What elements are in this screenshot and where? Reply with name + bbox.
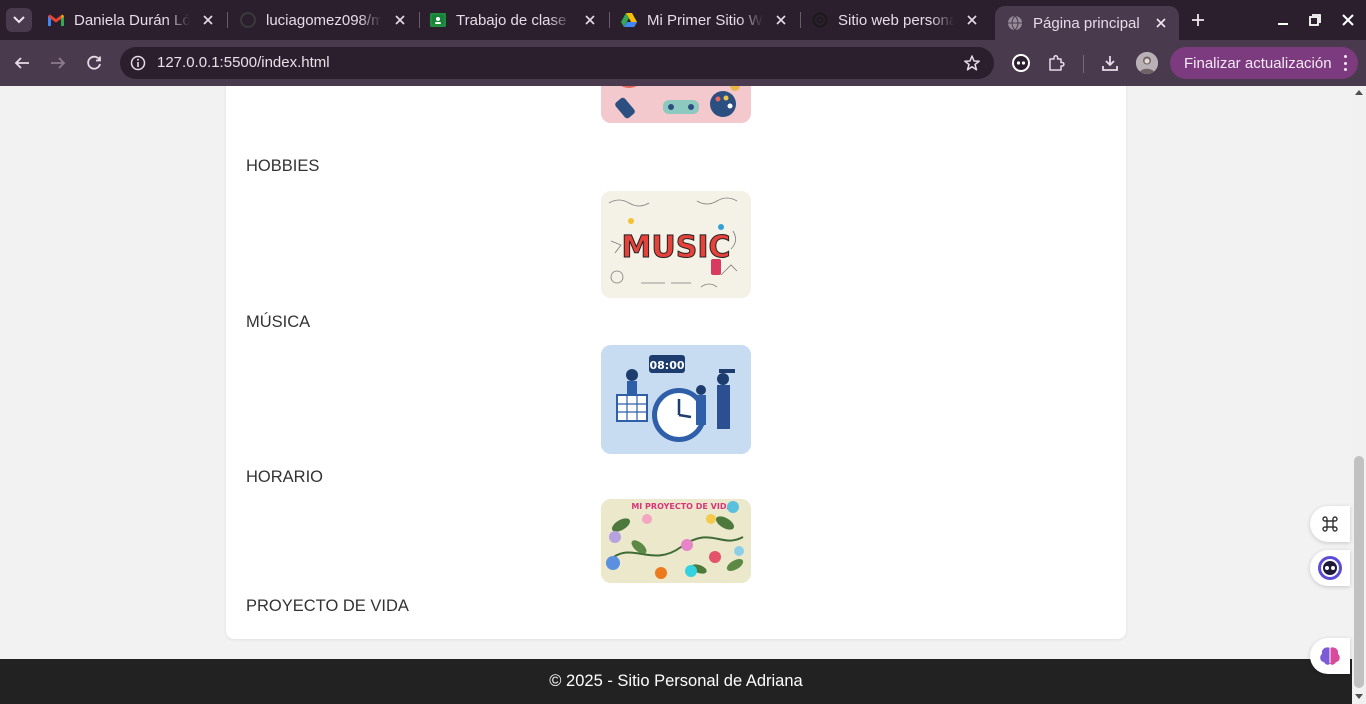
footer-text: © 2025 - Sitio Personal de Adriana [549, 672, 803, 690]
scrollbar-thumb[interactable] [1354, 456, 1364, 688]
tab-title: Mi Primer Sitio Web [647, 11, 763, 29]
back-button[interactable] [10, 51, 34, 75]
close-tab-icon[interactable] [1153, 15, 1169, 31]
arrow-left-icon [14, 57, 29, 69]
schedule-illustration: 08:00 [601, 345, 751, 454]
hobbies-illustration [601, 86, 751, 123]
scroll-up-arrow-icon[interactable] [1355, 90, 1363, 95]
github-icon [240, 12, 256, 28]
tab-search-button[interactable] [6, 8, 32, 32]
minimize-button[interactable] [1273, 10, 1293, 30]
section-label-horario: HORARIO [246, 468, 324, 486]
section-label-hobbies: HOBBIES [246, 157, 320, 175]
new-tab-button[interactable] [1188, 10, 1208, 30]
reload-button[interactable] [82, 51, 106, 75]
site-info-icon[interactable] [128, 53, 148, 73]
browser-toolbar: 127.0.0.1:5500/index.html Finalizar actu… [0, 40, 1366, 86]
finish-update-button[interactable]: Finalizar actualización [1170, 47, 1358, 79]
close-tab-icon[interactable] [392, 12, 408, 28]
copilot-assistant-icon [1318, 556, 1342, 580]
chevron-down-icon [13, 16, 25, 24]
tab-drive[interactable]: Mi Primer Sitio Web [609, 6, 799, 34]
minimize-icon [1278, 23, 1288, 25]
tab-pagina-principal[interactable]: Página principal [995, 6, 1179, 40]
downloads-icon[interactable] [1099, 52, 1121, 74]
arrow-right-icon [51, 57, 66, 69]
tab-title: Página principal [1033, 14, 1140, 32]
hobbies-image [601, 86, 751, 123]
close-icon [1342, 14, 1354, 26]
classroom-icon [430, 12, 446, 28]
life-project-illustration: MI PROYECTO DE VIDA [601, 499, 751, 583]
section-label-proyecto-de-vida: PROYECTO DE VIDA [246, 597, 409, 615]
extension-copilot-icon[interactable] [1010, 52, 1032, 74]
avatar-icon [1136, 52, 1158, 74]
restore-icon [1309, 14, 1321, 26]
tab-github[interactable]: luciagomez098/mi-sitio [228, 6, 418, 34]
finish-update-label: Finalizar actualización [1184, 54, 1332, 72]
close-tab-icon[interactable] [964, 12, 980, 28]
floating-command-button[interactable] [1310, 506, 1350, 542]
toolbar-divider [1083, 55, 1084, 73]
address-bar[interactable]: 127.0.0.1:5500/index.html [120, 47, 994, 79]
clock-time-text: 08:00 [649, 359, 684, 372]
forward-button[interactable] [46, 51, 70, 75]
tab-title: Sitio web personal [838, 11, 954, 29]
life-project-image: MI PROYECTO DE VIDA [601, 499, 751, 583]
content-card: HOBBIES MUSIC MÚSICA 08:00 HORARIO MI PR… [226, 86, 1126, 639]
music-image: MUSIC [601, 191, 751, 298]
section-label-musica: MÚSICA [246, 313, 311, 331]
tab-title: luciagomez098/mi-sitio [266, 11, 382, 29]
drive-icon [621, 12, 637, 28]
bookmark-star-icon[interactable] [962, 53, 982, 73]
profile-avatar[interactable] [1136, 52, 1158, 74]
scroll-down-arrow-icon[interactable] [1355, 694, 1363, 699]
openai-icon [812, 12, 828, 28]
close-tab-icon[interactable] [200, 12, 216, 28]
page-scrollbar[interactable] [1352, 86, 1366, 704]
close-tab-icon[interactable] [582, 12, 598, 28]
tab-gmail[interactable]: Daniela Durán López [36, 6, 226, 34]
floating-brain-button[interactable] [1310, 638, 1350, 674]
tab-openai[interactable]: Sitio web personal [800, 6, 990, 34]
brain-icon [1320, 647, 1340, 665]
tab-title: Trabajo de clase de [456, 11, 572, 29]
close-window-button[interactable] [1338, 10, 1358, 30]
floating-copilot-button[interactable] [1310, 550, 1350, 586]
tab-classroom[interactable]: Trabajo de clase de [418, 6, 608, 34]
command-key-icon [1322, 516, 1338, 532]
schedule-image: 08:00 [601, 345, 751, 454]
close-tab-icon[interactable] [773, 12, 789, 28]
url-text[interactable]: 127.0.0.1:5500/index.html [157, 54, 330, 71]
page-footer: © 2025 - Sitio Personal de Adriana [0, 659, 1352, 704]
tab-strip: Daniela Durán López luciagomez098/mi-sit… [0, 0, 1366, 40]
page-viewport: HOBBIES MUSIC MÚSICA 08:00 HORARIO MI PR… [0, 86, 1352, 704]
life-project-art-text: MI PROYECTO DE VIDA [631, 502, 733, 511]
restore-button[interactable] [1305, 10, 1325, 30]
gmail-icon [48, 12, 64, 28]
tab-title: Daniela Durán López [74, 11, 190, 29]
extensions-puzzle-icon[interactable] [1046, 52, 1068, 74]
music-illustration: MUSIC [601, 191, 751, 298]
globe-icon [1007, 15, 1023, 31]
plus-icon [1192, 14, 1204, 26]
more-options-icon[interactable] [1342, 55, 1348, 71]
reload-icon [87, 55, 101, 70]
